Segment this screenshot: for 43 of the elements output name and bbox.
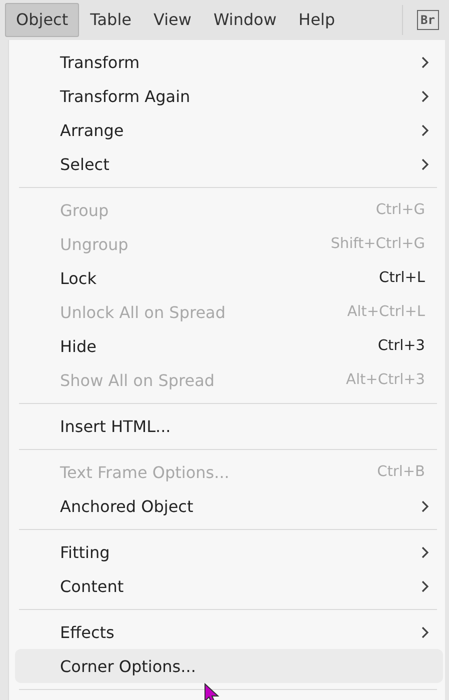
menu-item[interactable]: Transform Again: [15, 79, 443, 113]
menu-item-label: Select: [60, 154, 110, 174]
menu-item[interactable]: Select: [15, 147, 443, 181]
menu-item[interactable]: Fitting: [15, 535, 443, 569]
menu-bar-item[interactable]: Help: [288, 3, 346, 37]
menu-bar-item[interactable]: View: [142, 3, 202, 37]
menu-item[interactable]: Transform: [15, 45, 443, 79]
menu-item-label: Transform: [60, 52, 141, 72]
menu-item[interactable]: Arrange: [15, 113, 443, 147]
menu-item-label: Group: [60, 200, 110, 220]
menu-item[interactable]: Hide Ctrl+3: [15, 329, 443, 363]
menu-item[interactable]: Corner Options...: [15, 649, 443, 683]
menu-bar-item[interactable]: Object: [5, 3, 80, 37]
menu-item[interactable]: Content: [15, 569, 443, 603]
menu-item-label: Show All on Spread: [60, 370, 216, 390]
shortcut-label: Ctrl+B: [377, 464, 425, 480]
shortcut-label: Shift+Ctrl+G: [330, 236, 425, 252]
menu-item-label: Hide: [60, 336, 98, 356]
shortcut-label: Alt+Ctrl+3: [346, 372, 425, 388]
menu-item-label: Text Frame Options...: [60, 462, 230, 482]
menu-item-label: Anchored Object: [60, 496, 194, 516]
menu-item[interactable]: Anchored Object: [15, 489, 443, 523]
menu-item-label: Lock: [60, 268, 98, 288]
shortcut-label: Alt+Ctrl+L: [347, 304, 425, 320]
cursor-icon: [204, 683, 220, 700]
menu-item[interactable]: Insert HTML...: [15, 409, 443, 443]
bridge-button[interactable]: Br: [416, 10, 439, 30]
menu-bar-item[interactable]: Table: [79, 3, 142, 37]
menu-item-label: Insert HTML...: [60, 416, 172, 436]
menu-item-label: Arrange: [60, 120, 125, 140]
shortcut-label: Ctrl+L: [378, 270, 425, 286]
menu-bar-item[interactable]: Window: [202, 3, 288, 37]
menu-item-label: Ungroup: [60, 234, 130, 254]
menu-item[interactable]: Effects: [15, 615, 443, 649]
menu-item-label: Effects: [60, 622, 116, 642]
menu-item[interactable]: Lock Ctrl+L: [15, 261, 443, 295]
menu-item-label: Transform Again: [60, 86, 192, 106]
shortcut-label: Ctrl+G: [376, 202, 425, 218]
menu-item-label: Fitting: [60, 542, 111, 562]
menu-item-label: Content: [60, 576, 125, 596]
shortcut-label: Ctrl+3: [378, 338, 425, 354]
menu-item-label: Corner Options...: [60, 656, 197, 676]
menu-item-label: Unlock All on Spread: [60, 302, 227, 322]
